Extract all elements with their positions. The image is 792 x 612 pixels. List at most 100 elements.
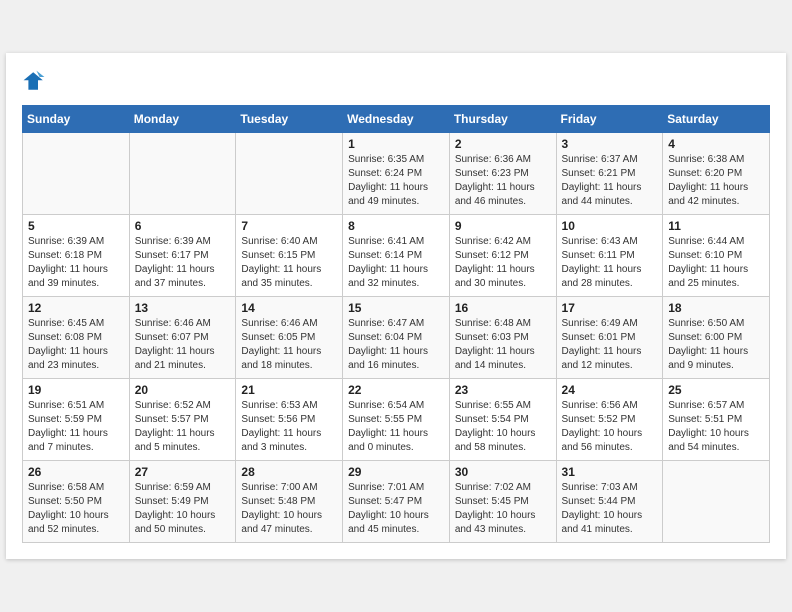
weekday-header-row: SundayMondayTuesdayWednesdayThursdayFrid… <box>23 106 770 133</box>
day-info: Sunrise: 6:58 AM Sunset: 5:50 PM Dayligh… <box>28 481 124 537</box>
calendar-week-row: 5 Sunrise: 6:39 AM Sunset: 6:18 PM Daylig… <box>23 215 770 297</box>
day-info: Sunrise: 6:46 AM Sunset: 6:05 PM Dayligh… <box>241 317 337 373</box>
calendar-cell: 22 Sunrise: 6:54 AM Sunset: 5:55 PM Dayli… <box>343 379 450 461</box>
day-number: 4 <box>668 137 764 151</box>
calendar-cell: 7 Sunrise: 6:40 AM Sunset: 6:15 PM Daylig… <box>236 215 343 297</box>
calendar-cell <box>23 133 130 215</box>
day-info: Sunrise: 6:39 AM Sunset: 6:18 PM Dayligh… <box>28 235 124 291</box>
calendar-week-row: 26Sunrise: 6:58 AM Sunset: 5:50 PM Dayli… <box>23 461 770 543</box>
calendar-cell: 16Sunrise: 6:48 AM Sunset: 6:03 PM Dayli… <box>449 297 556 379</box>
day-number: 31 <box>562 465 658 479</box>
weekday-header-thursday: Thursday <box>449 106 556 133</box>
day-number: 21 <box>241 383 337 397</box>
day-info: Sunrise: 6:50 AM Sunset: 6:00 PM Dayligh… <box>668 317 764 373</box>
day-number: 23 <box>455 383 551 397</box>
day-info: Sunrise: 6:41 AM Sunset: 6:14 PM Dayligh… <box>348 235 444 291</box>
calendar-cell: 10 Sunrise: 6:43 AM Sunset: 6:11 PM Dayli… <box>556 215 663 297</box>
day-number: 30 <box>455 465 551 479</box>
calendar-cell: 12Sunrise: 6:45 AM Sunset: 6:08 PM Dayli… <box>23 297 130 379</box>
calendar-cell: 9 Sunrise: 6:42 AM Sunset: 6:12 PM Daylig… <box>449 215 556 297</box>
day-number: 20 <box>135 383 231 397</box>
day-info: Sunrise: 7:00 AM Sunset: 5:48 PM Dayligh… <box>241 481 337 537</box>
day-number: 27 <box>135 465 231 479</box>
day-number: 14 <box>241 301 337 315</box>
calendar-cell: 14 Sunrise: 6:46 AM Sunset: 6:05 PM Dayli… <box>236 297 343 379</box>
day-info: Sunrise: 6:45 AM Sunset: 6:08 PM Dayligh… <box>28 317 124 373</box>
weekday-header-friday: Friday <box>556 106 663 133</box>
calendar-cell: 15Sunrise: 6:47 AM Sunset: 6:04 PM Dayli… <box>343 297 450 379</box>
weekday-header-wednesday: Wednesday <box>343 106 450 133</box>
calendar-cell: 5 Sunrise: 6:39 AM Sunset: 6:18 PM Daylig… <box>23 215 130 297</box>
calendar-cell: 25Sunrise: 6:57 AM Sunset: 5:51 PM Dayli… <box>663 379 770 461</box>
day-info: Sunrise: 6:39 AM Sunset: 6:17 PM Dayligh… <box>135 235 231 291</box>
day-info: Sunrise: 6:55 AM Sunset: 5:54 PM Dayligh… <box>455 399 551 455</box>
day-number: 22 <box>348 383 444 397</box>
weekday-header-monday: Monday <box>129 106 236 133</box>
calendar-cell: 13 Sunrise: 6:46 AM Sunset: 6:07 PM Dayli… <box>129 297 236 379</box>
calendar-cell: 20Sunrise: 6:52 AM Sunset: 5:57 PM Dayli… <box>129 379 236 461</box>
day-info: Sunrise: 6:56 AM Sunset: 5:52 PM Dayligh… <box>562 399 658 455</box>
day-info: Sunrise: 6:36 AM Sunset: 6:23 PM Dayligh… <box>455 153 551 209</box>
day-number: 5 <box>28 219 124 233</box>
day-info: Sunrise: 6:51 AM Sunset: 5:59 PM Dayligh… <box>28 399 124 455</box>
calendar-cell: 24 Sunrise: 6:56 AM Sunset: 5:52 PM Dayli… <box>556 379 663 461</box>
day-number: 1 <box>348 137 444 151</box>
weekday-header-sunday: Sunday <box>23 106 130 133</box>
logo <box>22 69 48 93</box>
calendar-cell: 21 Sunrise: 6:53 AM Sunset: 5:56 PM Dayli… <box>236 379 343 461</box>
day-info: Sunrise: 7:01 AM Sunset: 5:47 PM Dayligh… <box>348 481 444 537</box>
day-number: 18 <box>668 301 764 315</box>
calendar-cell: 3 Sunrise: 6:37 AM Sunset: 6:21 PM Daylig… <box>556 133 663 215</box>
calendar-cell: 6 Sunrise: 6:39 AM Sunset: 6:17 PM Daylig… <box>129 215 236 297</box>
calendar-cell <box>129 133 236 215</box>
day-info: Sunrise: 6:48 AM Sunset: 6:03 PM Dayligh… <box>455 317 551 373</box>
day-number: 6 <box>135 219 231 233</box>
day-info: Sunrise: 6:53 AM Sunset: 5:56 PM Dayligh… <box>241 399 337 455</box>
day-number: 3 <box>562 137 658 151</box>
day-number: 29 <box>348 465 444 479</box>
day-number: 19 <box>28 383 124 397</box>
day-number: 11 <box>668 219 764 233</box>
day-info: Sunrise: 6:54 AM Sunset: 5:55 PM Dayligh… <box>348 399 444 455</box>
day-info: Sunrise: 6:43 AM Sunset: 6:11 PM Dayligh… <box>562 235 658 291</box>
day-info: Sunrise: 6:42 AM Sunset: 6:12 PM Dayligh… <box>455 235 551 291</box>
day-number: 17 <box>562 301 658 315</box>
day-info: Sunrise: 6:46 AM Sunset: 6:07 PM Dayligh… <box>135 317 231 373</box>
day-number: 10 <box>562 219 658 233</box>
day-info: Sunrise: 7:02 AM Sunset: 5:45 PM Dayligh… <box>455 481 551 537</box>
calendar-week-row: 1 Sunrise: 6:35 AM Sunset: 6:24 PM Daylig… <box>23 133 770 215</box>
calendar-cell: 23 Sunrise: 6:55 AM Sunset: 5:54 PM Dayli… <box>449 379 556 461</box>
calendar-cell <box>663 461 770 543</box>
day-number: 24 <box>562 383 658 397</box>
day-info: Sunrise: 7:03 AM Sunset: 5:44 PM Dayligh… <box>562 481 658 537</box>
calendar-cell: 27 Sunrise: 6:59 AM Sunset: 5:49 PM Dayli… <box>129 461 236 543</box>
calendar-week-row: 19 Sunrise: 6:51 AM Sunset: 5:59 PM Dayli… <box>23 379 770 461</box>
calendar-cell: 17Sunrise: 6:49 AM Sunset: 6:01 PM Dayli… <box>556 297 663 379</box>
day-number: 8 <box>348 219 444 233</box>
calendar-week-row: 12Sunrise: 6:45 AM Sunset: 6:08 PM Dayli… <box>23 297 770 379</box>
calendar-cell: 8 Sunrise: 6:41 AM Sunset: 6:14 PM Daylig… <box>343 215 450 297</box>
calendar-container: SundayMondayTuesdayWednesdayThursdayFrid… <box>6 53 786 559</box>
day-info: Sunrise: 6:59 AM Sunset: 5:49 PM Dayligh… <box>135 481 231 537</box>
calendar-cell: 11Sunrise: 6:44 AM Sunset: 6:10 PM Dayli… <box>663 215 770 297</box>
day-info: Sunrise: 6:47 AM Sunset: 6:04 PM Dayligh… <box>348 317 444 373</box>
day-info: Sunrise: 6:37 AM Sunset: 6:21 PM Dayligh… <box>562 153 658 209</box>
day-info: Sunrise: 6:35 AM Sunset: 6:24 PM Dayligh… <box>348 153 444 209</box>
calendar-cell <box>236 133 343 215</box>
logo-icon <box>22 69 46 93</box>
calendar-cell: 2 Sunrise: 6:36 AM Sunset: 6:23 PM Daylig… <box>449 133 556 215</box>
calendar-cell: 1 Sunrise: 6:35 AM Sunset: 6:24 PM Daylig… <box>343 133 450 215</box>
weekday-header-saturday: Saturday <box>663 106 770 133</box>
day-info: Sunrise: 6:38 AM Sunset: 6:20 PM Dayligh… <box>668 153 764 209</box>
day-number: 2 <box>455 137 551 151</box>
calendar-cell: 30 Sunrise: 7:02 AM Sunset: 5:45 PM Dayli… <box>449 461 556 543</box>
day-number: 13 <box>135 301 231 315</box>
calendar-table: SundayMondayTuesdayWednesdayThursdayFrid… <box>22 105 770 543</box>
day-number: 7 <box>241 219 337 233</box>
day-info: Sunrise: 6:40 AM Sunset: 6:15 PM Dayligh… <box>241 235 337 291</box>
calendar-cell: 26Sunrise: 6:58 AM Sunset: 5:50 PM Dayli… <box>23 461 130 543</box>
day-number: 9 <box>455 219 551 233</box>
calendar-cell: 28 Sunrise: 7:00 AM Sunset: 5:48 PM Dayli… <box>236 461 343 543</box>
calendar-cell: 19 Sunrise: 6:51 AM Sunset: 5:59 PM Dayli… <box>23 379 130 461</box>
day-number: 28 <box>241 465 337 479</box>
